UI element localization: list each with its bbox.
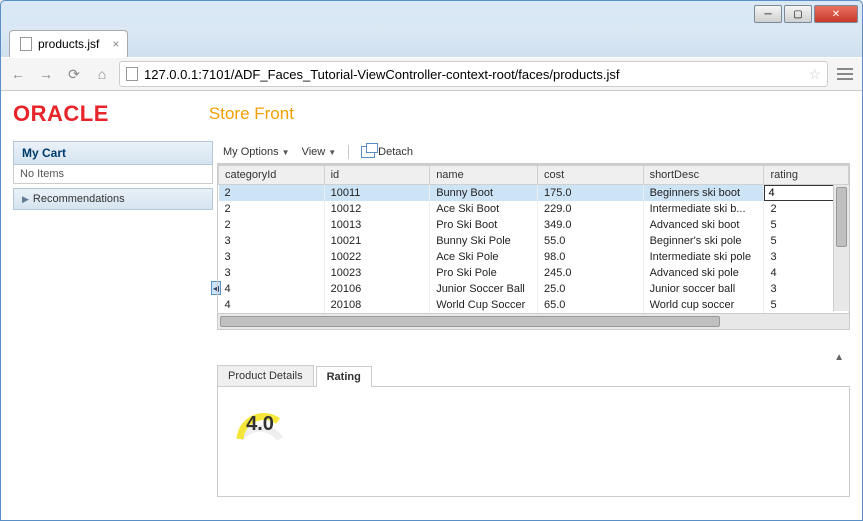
table-row[interactable]: 210011Bunny Boot175.0Beginners ski boot	[219, 185, 849, 202]
table-row[interactable]: 420106Junior Soccer Ball25.0Junior socce…	[219, 281, 849, 297]
accordion-label: Recommendations	[33, 193, 125, 205]
rating-panel: 4.0	[217, 387, 850, 497]
view-menu-button[interactable]: View ▼	[302, 146, 337, 158]
column-header-rating[interactable]: rating	[764, 166, 849, 185]
page-title: Store Front	[209, 104, 294, 124]
window-titlebar: ─ ▢ ✕	[1, 1, 862, 27]
column-header-categoryId[interactable]: categoryId	[219, 166, 325, 185]
products-table: categoryIdidnamecostshortDescrating 2100…	[217, 164, 850, 330]
sidebar: My Cart No Items ▶ Recommendations	[13, 141, 213, 510]
table-toolbar: My Options ▼ View ▼ Detach	[217, 141, 850, 164]
horizontal-scrollbar[interactable]	[218, 313, 849, 329]
maximize-button[interactable]: ▢	[784, 5, 812, 23]
cart-status: No Items	[13, 165, 213, 184]
main-panel: ◀ My Options ▼ View ▼ Detach	[217, 141, 850, 510]
collapse-panel-icon[interactable]: ▲	[217, 350, 850, 365]
rating-gauge: 4.0	[230, 399, 290, 449]
url-input[interactable]: 127.0.0.1:7101/ADF_Faces_Tutorial-ViewCo…	[119, 61, 828, 87]
tab-close-icon[interactable]: ×	[112, 37, 119, 51]
bookmark-icon[interactable]: ☆	[808, 66, 821, 83]
dropdown-icon: ▼	[282, 148, 290, 157]
column-header-name[interactable]: name	[430, 166, 538, 185]
detach-button[interactable]: Detach	[361, 146, 413, 158]
table-row[interactable]: 210012Ace Ski Boot229.0Intermediate ski …	[219, 201, 849, 217]
table-row[interactable]: 310022Ace Ski Pole98.0Intermediate ski p…	[219, 249, 849, 265]
vertical-scrollbar[interactable]	[833, 185, 849, 311]
minimize-button[interactable]: ─	[754, 5, 782, 23]
options-menu-button[interactable]: My Options ▼	[223, 146, 290, 158]
reload-button[interactable]: ⟳	[63, 63, 85, 85]
dropdown-icon: ▼	[328, 148, 336, 157]
forward-button[interactable]: →	[35, 63, 57, 85]
page-icon	[20, 37, 32, 51]
address-bar: ← → ⟳ ⌂ 127.0.0.1:7101/ADF_Faces_Tutoria…	[1, 57, 862, 91]
table-row[interactable]: 210013Pro Ski Boot349.0Advanced ski boot…	[219, 217, 849, 233]
oracle-logo: ORACLE	[13, 101, 109, 127]
rating-value: 4.0	[230, 413, 290, 436]
tab-rating[interactable]: Rating	[316, 366, 372, 387]
column-header-id[interactable]: id	[324, 166, 430, 185]
close-button[interactable]: ✕	[814, 5, 858, 23]
column-header-cost[interactable]: cost	[537, 166, 643, 185]
cart-panel-header[interactable]: My Cart	[13, 141, 213, 165]
column-header-shortDesc[interactable]: shortDesc	[643, 166, 764, 185]
separator	[348, 145, 349, 159]
table-row[interactable]: 420108World Cup Soccer65.0World cup socc…	[219, 297, 849, 313]
url-text: 127.0.0.1:7101/ADF_Faces_Tutorial-ViewCo…	[144, 67, 802, 82]
hamburger-menu-icon[interactable]	[834, 63, 856, 85]
tab-product-details[interactable]: Product Details	[217, 365, 314, 386]
page-icon	[126, 67, 138, 81]
browser-tab[interactable]: products.jsf ×	[9, 30, 128, 57]
tab-title: products.jsf	[38, 37, 99, 51]
table-row[interactable]: 310021Bunny Ski Pole55.0Beginner's ski p…	[219, 233, 849, 249]
browser-tabstrip: products.jsf ×	[1, 27, 862, 57]
table-row[interactable]: 310023Pro Ski Pole245.0Advanced ski pole…	[219, 265, 849, 281]
recommendations-accordion[interactable]: ▶ Recommendations	[13, 188, 213, 210]
detach-icon	[361, 146, 375, 158]
chevron-right-icon: ▶	[22, 194, 29, 205]
home-button[interactable]: ⌂	[91, 63, 113, 85]
back-button[interactable]: ←	[7, 63, 29, 85]
